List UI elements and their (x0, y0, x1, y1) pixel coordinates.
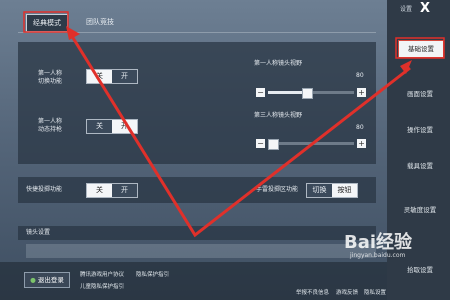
highlight-box-sidebar (395, 37, 445, 59)
annotation-arrow-line (68, 32, 411, 238)
highlight-box-tab (23, 11, 69, 33)
annotation-arrows (23, 11, 445, 238)
arrow-head-right-icon (400, 60, 412, 74)
